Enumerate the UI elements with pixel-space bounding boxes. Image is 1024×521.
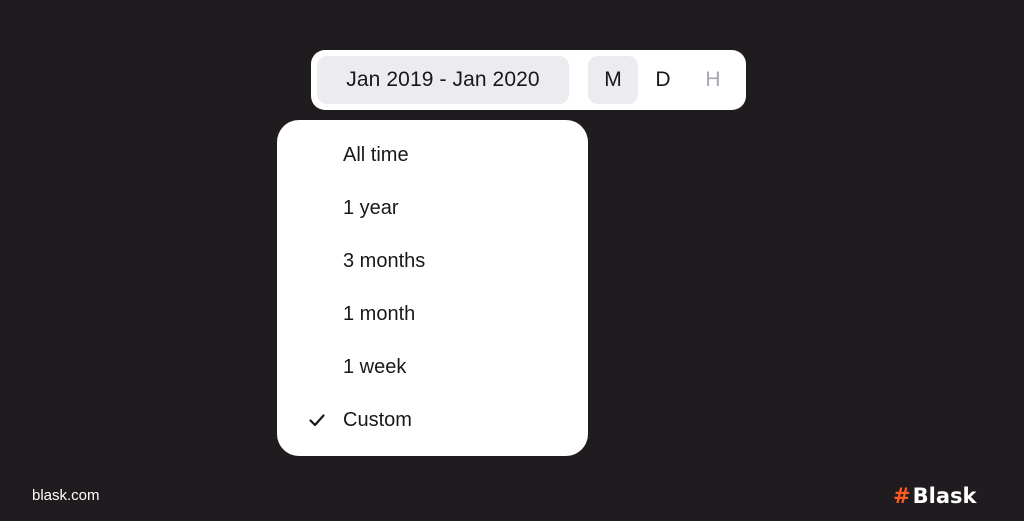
menu-item-label: 3 months bbox=[343, 250, 426, 272]
granularity-hour-button[interactable]: H bbox=[688, 56, 738, 104]
granularity-month-button[interactable]: M bbox=[588, 56, 638, 104]
menu-item-label: 1 week bbox=[343, 356, 407, 378]
checkmark-icon bbox=[309, 414, 325, 427]
menu-item-label: 1 month bbox=[343, 303, 416, 325]
date-range-button[interactable]: Jan 2019 - Jan 2020 bbox=[317, 56, 569, 104]
menu-item-3-months[interactable]: 3 months bbox=[277, 239, 588, 283]
menu-item-label: 1 year bbox=[343, 197, 399, 219]
menu-item-all-time[interactable]: All time bbox=[277, 133, 588, 177]
screen: Jan 2019 - Jan 2020 M D H All time 1 yea… bbox=[0, 0, 1024, 521]
menu-item-1-year[interactable]: 1 year bbox=[277, 186, 588, 230]
range-dropdown-menu: All time 1 year 3 months 1 month 1 week … bbox=[277, 120, 588, 456]
site-url: blask.com bbox=[32, 487, 100, 504]
date-toolbar: Jan 2019 - Jan 2020 M D H bbox=[311, 50, 746, 110]
hash-icon: # bbox=[893, 484, 911, 508]
brand-logo: # Blask bbox=[893, 484, 976, 508]
menu-item-label: All time bbox=[343, 144, 409, 166]
menu-item-custom[interactable]: Custom bbox=[277, 398, 588, 442]
menu-item-label: Custom bbox=[343, 409, 412, 431]
granularity-day-button[interactable]: D bbox=[638, 56, 688, 104]
menu-item-1-month[interactable]: 1 month bbox=[277, 292, 588, 336]
brand-name: Blask bbox=[912, 484, 977, 508]
menu-item-1-week[interactable]: 1 week bbox=[277, 345, 588, 389]
